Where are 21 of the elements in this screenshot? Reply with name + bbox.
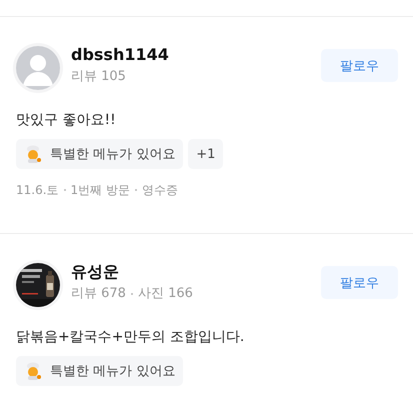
more-tags-button[interactable]: +1 [188,139,224,169]
chef-icon [27,146,41,163]
tag-label: 특별한 메뉴가 있어요 [50,146,176,163]
user-stat: 리뷰 105 [71,68,126,85]
avatar-icon[interactable] [16,46,60,90]
user-stat: 사진 166 [138,285,193,302]
separator-dot [130,292,133,294]
separator-dot [135,189,137,191]
tag-label: 특별한 메뉴가 있어요 [50,363,176,380]
visit-info: 영수증 [142,182,178,198]
user-name[interactable]: 유성운 [71,262,119,282]
review-text: 닭볶음+칼국수+만두의 조합입니다. [16,328,244,347]
separator-dot [64,189,66,191]
user-stat: 리뷰 678 [71,285,126,302]
review-text: 맛있구 좋아요!! [16,111,116,130]
follow-button[interactable]: 팔로우 [321,266,398,299]
follow-button[interactable]: 팔로우 [321,49,398,82]
visit-info: 11.6.토 [16,182,59,198]
chef-icon [27,362,41,380]
user-name[interactable]: dbssh1144 [71,45,169,65]
visit-info: 1번째 방문 [70,182,130,198]
